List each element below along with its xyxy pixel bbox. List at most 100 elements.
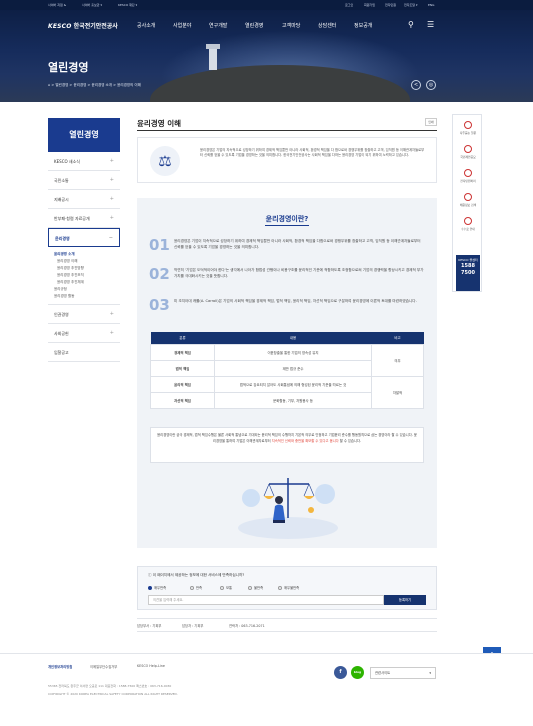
footer-copyright: COPYRIGHT © 2020 KOREA ELECTRICAL SAFETY… (48, 692, 178, 696)
scale-icon: ⚖ (150, 146, 180, 176)
point-number: 02 (149, 265, 170, 283)
survey-question: ⓘ 이 페이지에서 제공하는 정보에 대한 서비스에 만족하십니까? (148, 573, 245, 577)
submenu-link[interactable]: 윤리경영 추진체계 (54, 279, 114, 286)
sidebar-item[interactable]: 지배공시 + (48, 190, 120, 209)
plus-icon: + (109, 215, 114, 221)
page-manager-info: 담당부서 : 기획부 담당자 : 기획부 연락처 : 063-716-2071 (137, 618, 437, 632)
submenu-link[interactable]: 윤리경영 이해 (54, 258, 114, 265)
radio-option[interactable]: 불만족 (248, 585, 263, 590)
survey-comment-input[interactable]: 의견을 입력해 주세요. (148, 595, 384, 605)
nav-item[interactable]: 고객마당 (282, 22, 300, 29)
site-logo[interactable]: KESCO 한국전기안전공사 (48, 21, 118, 30)
submenu-link[interactable]: 윤리규정 (54, 286, 114, 293)
sidebar-item[interactable]: 인권경영 + (48, 305, 120, 324)
radio-option[interactable]: 보통 (220, 585, 232, 590)
responsibility-table: 분류 내용 비고 경제적 책임 이윤창출을 통한 기업의 영속성 유지 의무 법… (150, 332, 424, 409)
signup-link[interactable]: 회원가입 (364, 3, 375, 7)
menu-icon[interactable]: ☰ (427, 20, 434, 29)
content-title: 윤리경영 이해 (137, 119, 182, 128)
footer-address: 55365 전라북도 완주군 이서면 오공로 111 대표전화 : 1588-7… (48, 684, 172, 688)
chevron-down-icon: ▾ (429, 671, 431, 675)
title-divider (137, 130, 437, 131)
submenu-link[interactable]: 윤리경영 추진조직 (54, 272, 114, 279)
plus-icon: + (109, 177, 114, 183)
sidebar-item-active[interactable]: 윤리경영 − (48, 228, 120, 247)
sidebar-item[interactable]: 사회공헌 + (48, 324, 120, 343)
facebook-icon[interactable]: f (334, 666, 347, 679)
login-link[interactable]: 로그인 (345, 3, 353, 7)
sidebar: 열린경영 KESCO 새소식 + 국민소통 + 지배공시 + 반부패·청렴 자료공개 +… (48, 118, 120, 362)
family-site-select[interactable]: 관련사이트 ▾ (370, 667, 436, 679)
submenu-link[interactable]: 윤리경영 추진방향 (54, 265, 114, 272)
utility-link[interactable]: 사이버 지점 & (48, 3, 66, 7)
utility-link[interactable]: KESCO 재단 ▾ (118, 3, 137, 7)
intro-box: ⚖ 윤리경영은 기업의 지속적으로 성장하기 위하여 경제적 책임뿐만 아니라 … (137, 137, 437, 183)
nav-item[interactable]: 공사소개 (137, 22, 155, 29)
satisfaction-survey: ⓘ 이 페이지에서 제공하는 정보에 대한 서비스에 만족하십니까? 매우만족 … (137, 566, 437, 610)
english-link[interactable]: ENG (428, 3, 434, 7)
nav-item[interactable]: 사업분야 (173, 22, 191, 29)
summary-note: 윤리경영이란 궁극 경제적, 법적 책임수행은 물론 사회적 통념으로 기대되는… (150, 427, 424, 463)
footer-link[interactable]: 이메일무단수집거부 (90, 664, 117, 669)
footer-link[interactable]: 개인정보처리방침 (48, 664, 72, 669)
sidebar-item[interactable]: KESCO 새소식 + (48, 152, 120, 171)
minus-icon: − (108, 235, 113, 241)
panel-title: 윤리경영이란? (265, 215, 309, 223)
fee-icon (464, 217, 472, 225)
radio-option[interactable]: 매우불만족 (278, 585, 299, 590)
quick-item[interactable]: 채용정보 검색 (453, 193, 483, 207)
home-icon[interactable]: ⌂ (48, 83, 50, 87)
footer: 개인정보처리방침 이메일무단수집거부 KESCO Help-Line 55365… (0, 653, 533, 726)
lighthouse-image (206, 44, 220, 70)
quick-menu: 자주묻는 질문 국민제안공모 전자민원처리 채용정보 검색 수수료 안내 KES… (452, 114, 482, 292)
quick-item[interactable]: 자주묻는 질문 (453, 121, 483, 135)
print-button[interactable]: 인쇄 (425, 118, 437, 126)
breadcrumb: ⌂ > 열린경영 > 윤리경영 > 윤리경영 소개 > 윤리경영의 이해 (48, 83, 141, 87)
submenu-current[interactable]: 윤리경영 소개 (54, 251, 114, 258)
sidebar-item[interactable]: 반부패·청렴 자료공개 + (48, 209, 120, 228)
quick-item[interactable]: 전자민원처리 (453, 169, 483, 183)
nav-item[interactable]: 상담센터 (318, 22, 336, 29)
sidebar-item[interactable]: 국민소통 + (48, 171, 120, 190)
ethics-illustration (238, 478, 338, 539)
sidebar-item[interactable]: 입찰공고 (48, 343, 120, 362)
note-highlight: 지속적인 신뢰와 충만을 확보할 수 있다고 봅니다 (271, 439, 339, 443)
point-number: 01 (149, 236, 170, 254)
quick-item[interactable]: 국민제안공모 (453, 145, 483, 159)
quick-item[interactable]: 수수료 안내 (453, 217, 483, 231)
submenu-link[interactable]: 윤리경영 활동 (54, 293, 114, 300)
utility-link[interactable]: 사이버 홍보관 ▾ (82, 3, 102, 7)
nav-item[interactable]: 정보공개 (354, 22, 372, 29)
plus-icon: + (109, 196, 114, 202)
nav-item[interactable]: 열린경영 (245, 22, 263, 29)
point-text: 미 조지아대 캐롤(A. Carroll)은 기업의 사회적 책임을 경제적 책… (174, 299, 417, 303)
page-title: 열린경영 (48, 61, 89, 74)
radio-option[interactable]: 만족 (190, 585, 202, 590)
table-row: 경제적 책임 이윤창출을 통한 기업의 영속성 유지 의무 (150, 343, 424, 377)
nav-item[interactable]: 연구개발 (209, 22, 227, 29)
procure-link[interactable]: 전자조달 ▾ (404, 3, 418, 7)
plus-icon: + (109, 330, 114, 336)
civil-link[interactable]: 전자민원 (385, 3, 396, 7)
ethics-panel: 윤리경영이란? 01 윤리경영은 기업이 지속적으로 성장하기 위하여 경제적 … (137, 198, 437, 548)
callcenter-badge: KESCO 콜센터 1588 7500 (456, 255, 480, 291)
utility-bar: 사이버 지점 & 사이버 홍보관 ▾ KESCO 재단 ▾ 로그인 회원가입 전… (0, 0, 533, 10)
faq-icon (464, 121, 472, 129)
table-header: 분류 (150, 332, 215, 344)
plus-icon: + (109, 311, 114, 317)
print-icon[interactable]: ◎ (426, 80, 436, 90)
point-text: 윤리경영은 기업이 지속적으로 성장하기 위하여 경제적 책임뿐만 아니라 사회… (174, 239, 421, 249)
search-icon[interactable]: ⚲ (408, 20, 414, 29)
intro-text: 윤리경영은 기업의 지속적으로 성장하기 위하여 경제적 책임뿐만 아니라 사회… (200, 148, 425, 157)
submit-button[interactable]: 등록하기 (384, 595, 426, 605)
sidebar-title: 열린경영 (48, 118, 120, 152)
point-number: 03 (149, 296, 170, 314)
share-icon[interactable]: < (411, 80, 421, 90)
idea-icon (464, 145, 472, 153)
radio-option[interactable]: 매우만족 (148, 585, 166, 590)
footer-link[interactable]: KESCO Help-Line (137, 664, 165, 668)
blog-icon[interactable]: blog (351, 666, 364, 679)
info-icon: ⓘ (148, 573, 152, 577)
plus-icon: + (109, 158, 114, 164)
point-text: 막연히 '기업은 도덕적이어야 한다'는 생각에서 나아가 합법성 관행이나 비… (174, 268, 424, 278)
